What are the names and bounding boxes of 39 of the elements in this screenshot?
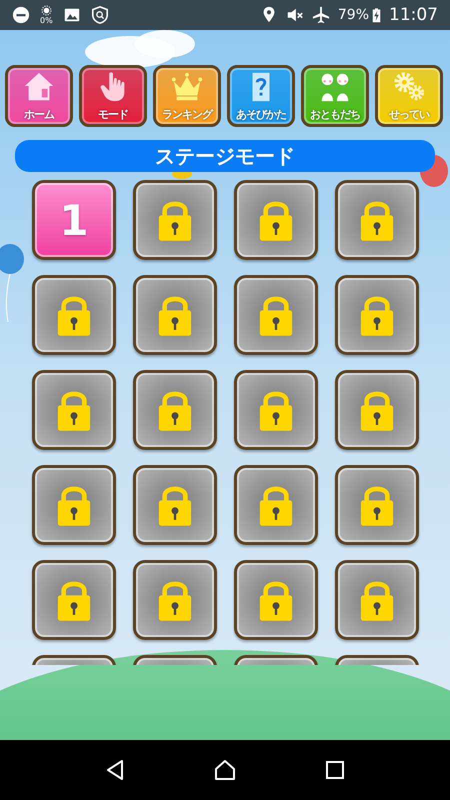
locked-stage-tile[interactable] [335,275,419,355]
clock-time: 11:07 [389,5,438,25]
stage-tile[interactable]: 1 [32,180,116,260]
locked-stage-tile[interactable] [335,180,419,260]
locked-stage-tile[interactable] [32,560,116,640]
menu-button[interactable]: ホーム [5,65,73,127]
menu-button[interactable]: モード [79,65,147,127]
locked-stage-tile[interactable] [133,180,217,260]
locked-stage-tile[interactable] [335,560,419,640]
locked-stage-tile[interactable] [32,370,116,450]
home-icon[interactable] [213,758,237,782]
locked-stage-tile[interactable] [133,275,217,355]
brightness-level: 0% [40,16,53,25]
locked-stage-tile[interactable] [234,560,318,640]
image-icon [62,6,81,24]
locked-stage-tile[interactable] [32,275,116,355]
airplane-icon [312,6,330,24]
locked-stage-tile[interactable] [234,275,318,355]
locked-stage-tile[interactable] [32,465,116,545]
battery-percent: 79% [338,7,369,23]
locked-stage-tile[interactable] [133,560,217,640]
recents-icon[interactable] [323,758,347,782]
menu-button[interactable]: あそびかた [227,65,295,127]
locked-stage-tile[interactable] [335,465,419,545]
locked-stage-tile[interactable] [234,370,318,450]
do-not-disturb-icon [12,6,30,24]
locked-stage-tile[interactable] [234,465,318,545]
locked-stage-tile[interactable] [335,370,419,450]
menu-button[interactable]: せってい [375,65,443,127]
menu-button[interactable]: ランキング [153,65,221,127]
muted-speaker-icon [286,6,304,24]
locked-stage-tile[interactable] [234,180,318,260]
stage-mode-title: ステージモード [15,140,435,172]
locked-stage-tile[interactable] [133,370,217,450]
brightness-icon [40,5,52,16]
battery-charging-icon [372,6,381,24]
menu-button[interactable]: おともだち [301,65,369,127]
shield-icon [90,6,109,24]
locked-stage-tile[interactable] [133,465,217,545]
